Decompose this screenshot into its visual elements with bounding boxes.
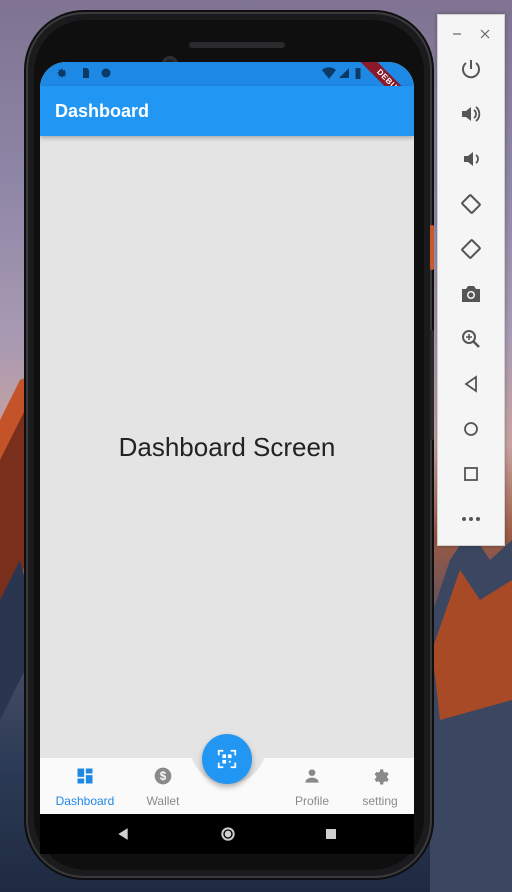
qr-scan-icon <box>217 749 237 769</box>
home-icon[interactable] <box>220 826 236 842</box>
nav-item-setting[interactable]: setting <box>345 766 414 808</box>
scan-fab-button[interactable] <box>202 734 252 784</box>
rotate-left-icon[interactable] <box>459 192 483 216</box>
app-screen: DEBUG Dashboard Dashboard Screen Dashboa… <box>40 62 414 814</box>
gear-icon <box>374 769 389 785</box>
dashboard-icon <box>77 768 93 784</box>
home-icon[interactable] <box>459 417 483 441</box>
page-title: Dashboard <box>55 101 150 121</box>
back-icon[interactable] <box>459 372 483 396</box>
sync-icon <box>100 67 112 79</box>
nav-label-profile: Profile <box>294 794 329 808</box>
battery-icon <box>354 67 366 79</box>
volume-side-button[interactable] <box>430 330 434 440</box>
power-side-button[interactable] <box>430 225 434 270</box>
nav-label-dashboard: Dashboard <box>55 794 115 808</box>
sim-icon <box>80 67 92 79</box>
overview-icon[interactable] <box>459 462 483 486</box>
status-bar: DEBUG <box>40 62 414 119</box>
phone-speaker <box>189 42 285 48</box>
power-icon[interactable] <box>459 57 483 81</box>
camera-icon[interactable] <box>459 282 483 306</box>
nav-label-setting: setting <box>362 794 398 808</box>
volume-up-icon[interactable] <box>459 102 483 126</box>
recents-icon[interactable] <box>325 828 337 840</box>
volume-down-icon[interactable] <box>459 147 483 171</box>
dollar-icon: $ <box>154 767 172 785</box>
back-icon[interactable] <box>116 827 130 841</box>
nav-item-dashboard[interactable]: Dashboard <box>50 766 120 808</box>
nav-item-wallet[interactable]: $ Wallet <box>128 766 198 808</box>
minimize-icon[interactable] <box>452 29 462 39</box>
zoom-icon[interactable] <box>459 327 483 351</box>
wifi-icon <box>322 67 336 79</box>
nav-label-wallet: Wallet <box>146 794 180 808</box>
app-bar: Dashboard <box>40 86 414 136</box>
content-label: Dashboard Screen <box>118 432 336 462</box>
signal-icon <box>338 67 350 79</box>
system-navigation-bar <box>40 814 414 854</box>
more-icon[interactable] <box>459 507 483 531</box>
close-icon[interactable] <box>480 29 490 39</box>
svg-text:$: $ <box>160 770 167 783</box>
rotate-right-icon[interactable] <box>459 237 483 261</box>
person-icon <box>305 769 319 783</box>
nav-item-profile[interactable]: Profile <box>277 766 347 808</box>
settings-icon <box>56 67 68 79</box>
emulator-toolbar <box>437 14 505 546</box>
